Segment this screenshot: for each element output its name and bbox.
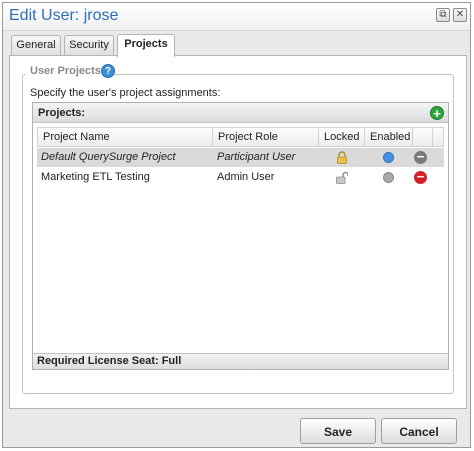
lock-closed-icon — [337, 151, 347, 164]
remove-project-icon[interactable]: − — [414, 150, 427, 164]
column-header-actions — [413, 128, 433, 146]
add-project-icon[interactable]: + — [430, 106, 444, 120]
enabled-indicator-icon[interactable] — [383, 172, 394, 183]
title-bar[interactable]: Edit User: jrose ⧉ ✕ — [3, 3, 470, 31]
tab-security[interactable]: Security — [64, 35, 114, 56]
column-header-project-name[interactable]: Project Name — [38, 128, 213, 146]
project-role-cell: Participant User — [217, 151, 296, 163]
save-button[interactable]: Save — [300, 418, 376, 444]
projects-tab-panel: User Projects ? Specify the user's proje… — [9, 55, 467, 409]
table-row[interactable]: Default QuerySurge Project Participant U… — [37, 148, 444, 167]
enabled-indicator-icon[interactable] — [383, 152, 394, 163]
project-name-cell: Default QuerySurge Project — [41, 151, 176, 163]
column-header-locked[interactable]: Locked — [319, 128, 365, 146]
grid-title: Projects: — [38, 107, 86, 119]
restore-icon[interactable]: ⧉ — [436, 8, 450, 22]
close-icon[interactable]: ✕ — [453, 8, 467, 22]
column-header-enabled[interactable]: Enabled — [365, 128, 413, 146]
help-icon[interactable]: ? — [101, 64, 115, 78]
project-name-cell: Marketing ETL Testing — [41, 171, 150, 183]
grid-header: Projects: + — [33, 103, 448, 123]
license-seat-footer: Required License Seat: Full — [33, 353, 448, 369]
edit-user-dialog: Edit User: jrose ⧉ ✕ General Security Pr… — [2, 2, 471, 448]
tab-bar: General Security Projects — [9, 34, 467, 57]
section-legend: User Projects — [26, 65, 105, 77]
dialog-title: Edit User: jrose — [9, 7, 119, 24]
remove-project-icon[interactable]: − — [414, 170, 427, 184]
project-role-cell: Admin User — [217, 171, 275, 183]
column-header-project-role[interactable]: Project Role — [213, 128, 319, 146]
cancel-button[interactable]: Cancel — [381, 418, 457, 444]
projects-grid: Projects: + Project Name Project Role Lo… — [32, 102, 449, 370]
tab-projects[interactable]: Projects — [117, 34, 175, 57]
lock-open-icon — [336, 171, 348, 184]
table-row[interactable]: Marketing ETL Testing Admin User − — [37, 168, 444, 187]
column-header-row: Project Name Project Role Locked Enabled — [37, 127, 444, 147]
section-description: Specify the user's project assignments: — [30, 87, 221, 99]
tab-general[interactable]: General — [11, 35, 61, 56]
